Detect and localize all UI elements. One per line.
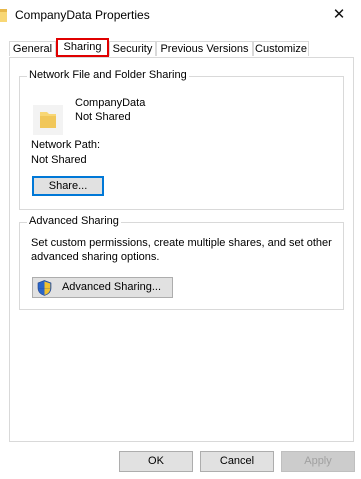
folder-icon (33, 105, 63, 135)
title-bar: CompanyData Properties ✕ (0, 0, 361, 30)
folder-name: CompanyData (75, 97, 146, 109)
tab-sharing[interactable]: Sharing (56, 38, 109, 57)
sharing-page: Network File and Folder Sharing CompanyD… (9, 57, 354, 442)
advanced-sharing-desc-2: advanced sharing options. (31, 251, 160, 263)
ok-button[interactable]: OK (119, 451, 193, 472)
advanced-sharing-title: Advanced Sharing (27, 215, 121, 227)
tab-customize[interactable]: Customize (253, 41, 309, 56)
network-path-value: Not Shared (31, 154, 87, 166)
network-path-label: Network Path: (31, 139, 101, 151)
tab-strip: General Sharing Security Previous Versio… (0, 38, 361, 57)
tab-security[interactable]: Security (109, 41, 156, 56)
close-icon[interactable]: ✕ (326, 3, 352, 27)
tab-general[interactable]: General (9, 41, 56, 56)
advanced-sharing-group: Advanced Sharing Set custom permissions,… (19, 215, 344, 310)
window-title: CompanyData Properties (15, 8, 150, 22)
shield-icon (37, 280, 52, 296)
apply-button[interactable]: Apply (281, 451, 355, 472)
advanced-sharing-button-label: Advanced Sharing... (61, 281, 162, 293)
network-sharing-title: Network File and Folder Sharing (27, 69, 189, 81)
tab-previous-versions[interactable]: Previous Versions (156, 41, 253, 56)
advanced-sharing-desc-1: Set custom permissions, create multiple … (31, 237, 332, 249)
folder-share-status: Not Shared (75, 111, 131, 123)
folder-icon (0, 9, 7, 22)
advanced-sharing-button[interactable]: Advanced Sharing... (32, 277, 173, 298)
cancel-button[interactable]: Cancel (200, 451, 274, 472)
network-sharing-group: Network File and Folder Sharing CompanyD… (19, 69, 344, 210)
share-button[interactable]: Share... (32, 176, 104, 196)
